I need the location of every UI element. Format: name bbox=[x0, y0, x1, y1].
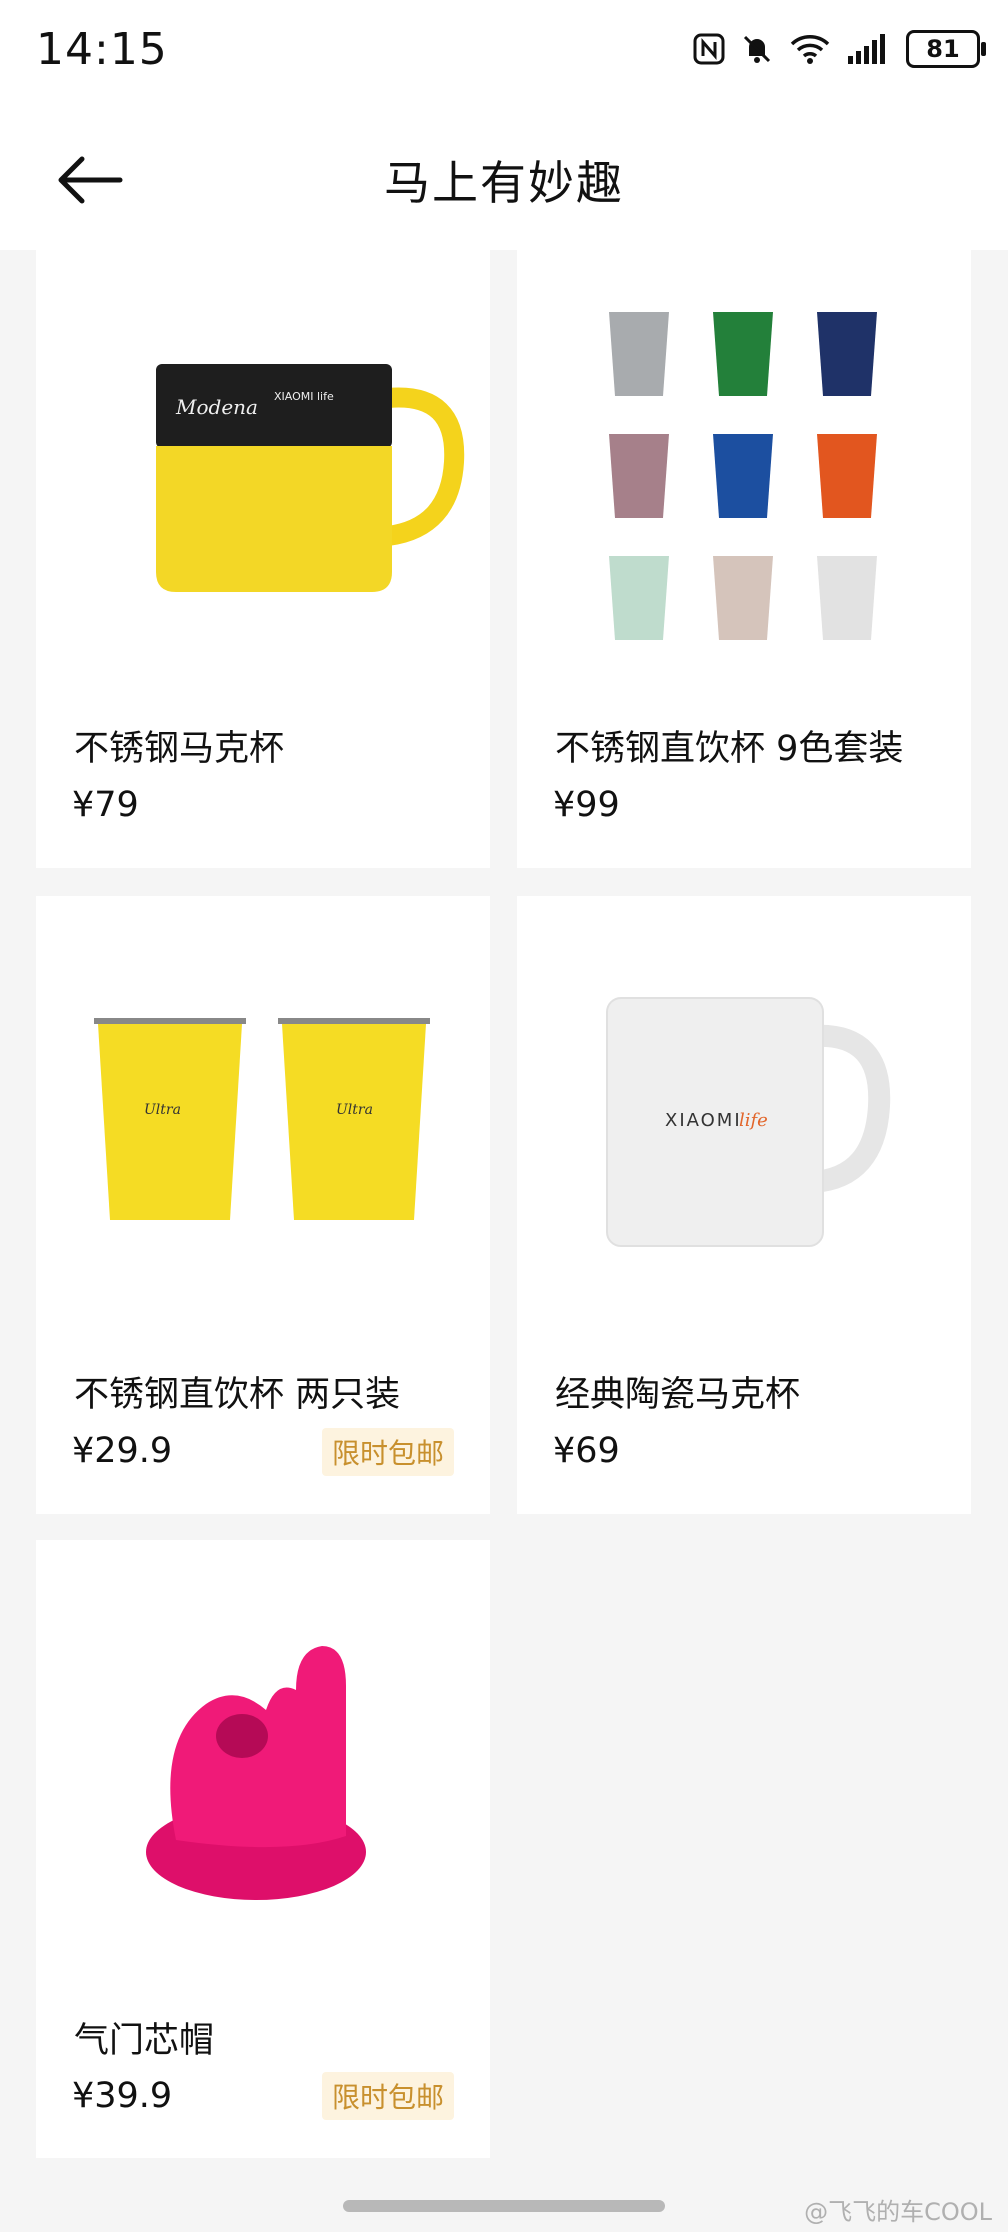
product-name: 气门芯帽 bbox=[74, 2021, 215, 2061]
product-price: ¥29.9 bbox=[72, 1431, 173, 1471]
signal-icon bbox=[848, 34, 885, 64]
product-name: 不锈钢直饮杯 9色套装 bbox=[555, 729, 904, 769]
status-bar: 14:15 81 bbox=[0, 0, 1008, 105]
svg-text:life: life bbox=[739, 1110, 768, 1131]
product-card[interactable]: 气门芯帽 ¥39.9 限时包邮 bbox=[36, 1540, 490, 2158]
valve-cap-image bbox=[146, 1646, 366, 1900]
product-name: 经典陶瓷马克杯 bbox=[555, 1375, 801, 1415]
product-price: ¥99 bbox=[553, 785, 620, 825]
svg-text:XIAOMI life: XIAOMI life bbox=[274, 390, 334, 403]
yellow-cups-image: Ultra Ultra bbox=[94, 1018, 430, 1220]
product-price: ¥79 bbox=[72, 785, 139, 825]
product-card[interactable]: XIAOMI life 经典陶瓷马克杯 ¥69 bbox=[517, 896, 971, 1514]
product-card[interactable]: 不锈钢直饮杯 9色套装 ¥99 bbox=[517, 250, 971, 868]
status-time: 14:15 bbox=[36, 24, 168, 75]
product-card[interactable]: Ultra Ultra 不锈钢直饮杯 两只装 ¥29.9 限时包邮 bbox=[36, 896, 490, 1514]
product-price: ¥69 bbox=[553, 1431, 620, 1471]
page-title: 马上有妙趣 bbox=[384, 156, 624, 210]
svg-text:Modena: Modena bbox=[175, 395, 258, 419]
free-shipping-badge: 限时包邮 bbox=[321, 1428, 454, 1476]
status-icons: 81 bbox=[692, 30, 986, 68]
product-name: 不锈钢马克杯 bbox=[74, 729, 285, 769]
bell-muted-icon bbox=[743, 35, 771, 63]
wifi-icon bbox=[790, 35, 830, 64]
product-name: 不锈钢直饮杯 两只装 bbox=[74, 1375, 401, 1415]
product-card[interactable]: Modena XIAOMI life 不锈钢马克杯 ¥79 bbox=[36, 250, 490, 868]
yellow-mug-image: Modena XIAOMI life bbox=[156, 364, 465, 592]
white-mug-image: XIAOMI life bbox=[606, 997, 891, 1247]
home-indicator[interactable] bbox=[343, 2200, 665, 2212]
svg-text:XIAOMI: XIAOMI bbox=[665, 1110, 742, 1131]
svg-text:Ultra: Ultra bbox=[336, 1102, 373, 1118]
nav-bar: 马上有妙趣 bbox=[0, 105, 1008, 250]
battery-indicator: 81 bbox=[906, 30, 986, 68]
cup-set-image bbox=[609, 312, 877, 640]
nfc-icon bbox=[693, 33, 725, 65]
free-shipping-badge: 限时包邮 bbox=[321, 2072, 454, 2120]
product-price: ¥39.9 bbox=[72, 2076, 173, 2116]
svg-text:Ultra: Ultra bbox=[144, 1102, 181, 1118]
watermark: @飞飞的车COOL bbox=[804, 2198, 992, 2226]
